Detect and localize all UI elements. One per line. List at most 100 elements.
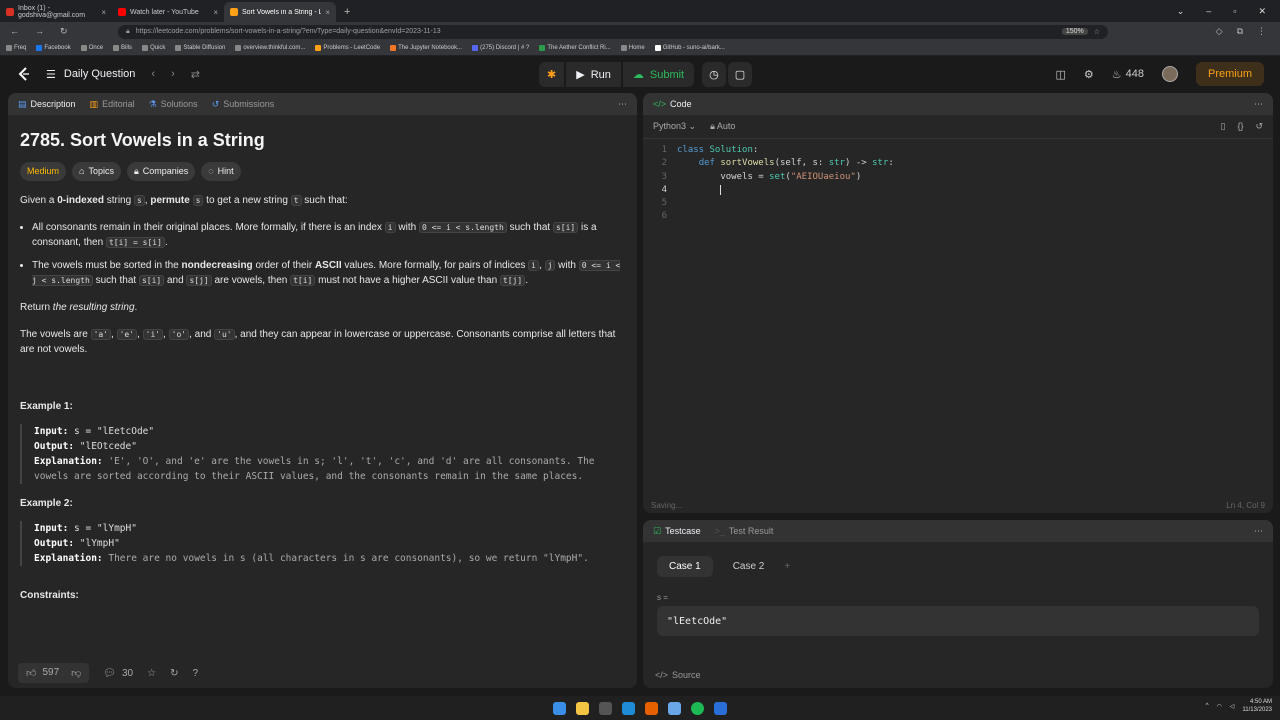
- url-input[interactable]: 🔒︎ https://leetcode.com/problems/sort-vo…: [118, 24, 1108, 39]
- language-select[interactable]: Python3 ⌄: [653, 121, 696, 132]
- minimize-icon[interactable]: –: [1206, 6, 1211, 16]
- tab-editorial[interactable]: ▥ Editorial: [90, 99, 135, 110]
- wifi-icon[interactable]: ◠: [1217, 703, 1222, 710]
- close-window-icon[interactable]: ✕: [1258, 6, 1266, 17]
- submit-button[interactable]: ☁ Submit: [622, 62, 695, 87]
- star-icon[interactable]: ☆: [1094, 28, 1100, 36]
- run-button[interactable]: ▶ Run: [566, 62, 621, 87]
- more-icon[interactable]: ⋯: [618, 99, 627, 110]
- testcase-input[interactable]: "lEetcOde": [657, 606, 1259, 636]
- reload-icon[interactable]: ↻: [60, 26, 68, 37]
- extensions-icon[interactable]: ⧉: [1237, 26, 1243, 37]
- timer-button[interactable]: ◷: [702, 62, 726, 87]
- spotify-icon[interactable]: [691, 701, 704, 715]
- new-tab-button[interactable]: +: [336, 2, 358, 22]
- bookmark-item[interactable]: overview.thinkful.com...: [235, 45, 305, 51]
- topics-button[interactable]: ⌂ Topics: [72, 162, 121, 181]
- clock[interactable]: 4:50 AM 11/13/2023: [1242, 698, 1272, 714]
- layout-icon[interactable]: ◫: [1055, 68, 1065, 81]
- next-problem-icon[interactable]: ›: [171, 68, 175, 80]
- code-editor[interactable]: 1 class Solution: 2 def sortVowels(self, …: [643, 139, 1273, 224]
- tab-test-result[interactable]: >_ Test Result: [715, 526, 774, 536]
- comments-button[interactable]: 💬︎ 30: [103, 668, 133, 679]
- app-icon[interactable]: [714, 701, 727, 715]
- bookmark-item[interactable]: Bills: [113, 45, 132, 51]
- settings-icon[interactable]: ⚙: [1084, 68, 1094, 81]
- bookmark-item[interactable]: The Jupyter Notebook...: [390, 45, 462, 51]
- browser-tab-leetcode[interactable]: Sort Vowels in a String - LeetCode×: [224, 2, 336, 22]
- tab-search-icon[interactable]: ⌄: [1177, 6, 1185, 17]
- bookmark-item[interactable]: Once: [80, 45, 103, 51]
- lock-icon: 🔒︎: [126, 27, 130, 35]
- terminal-icon[interactable]: [599, 701, 612, 715]
- source-button[interactable]: </> Source: [655, 670, 701, 680]
- tab-code[interactable]: </> Code: [653, 99, 692, 109]
- windows-start-icon[interactable]: [553, 701, 566, 715]
- braces-icon[interactable]: {}: [1237, 121, 1243, 132]
- browser-tab-youtube[interactable]: Watch later - YouTube ×: [112, 2, 224, 22]
- editor-status: Saving... Ln 4, Col 9: [651, 500, 1265, 510]
- daily-question-nav[interactable]: ☰ Daily Question ‹ › ⇄: [46, 68, 200, 81]
- notes-button[interactable]: ▢: [727, 62, 753, 87]
- case-1-tab[interactable]: Case 1: [657, 556, 713, 577]
- bookmark-item[interactable]: (275) Discord | # ?: [472, 45, 529, 51]
- chevron-up-icon[interactable]: ^: [1206, 703, 1209, 709]
- tab-description[interactable]: ▤ Description: [18, 99, 76, 110]
- autocomplete-toggle[interactable]: 🔒︎ Auto: [710, 121, 735, 132]
- code-line: 3 vowels = set("AEIOUaeiou"): [661, 171, 862, 182]
- bookmark-item[interactable]: GitHub - suno-ai/bark...: [654, 45, 725, 51]
- bookmark-item[interactable]: Home: [620, 45, 645, 51]
- firefox-icon[interactable]: [645, 701, 658, 715]
- bookmark-item[interactable]: Quick: [142, 45, 165, 51]
- premium-button[interactable]: Premium: [1195, 62, 1264, 86]
- history-icon: ↺: [211, 98, 220, 109]
- bookmarks-bar: Freq Facebook Once Bills Quick Stable Di…: [0, 41, 1280, 56]
- avatar[interactable]: [1161, 66, 1178, 82]
- reset-icon[interactable]: ↺: [1255, 121, 1263, 132]
- case-2-tab[interactable]: Case 2: [721, 556, 777, 577]
- notepad-icon[interactable]: [668, 701, 681, 715]
- companies-button[interactable]: 🔒︎ Companies: [126, 162, 196, 181]
- browser-tab-gmail[interactable]: Inbox (1) - godshiva@gmail.com ×: [0, 2, 112, 22]
- close-icon[interactable]: ×: [325, 8, 330, 17]
- debug-button[interactable]: ✱: [539, 62, 565, 87]
- add-case-icon[interactable]: +: [784, 561, 790, 572]
- code-icon: </>: [655, 670, 669, 680]
- tab-solutions[interactable]: ⚗ Solutions: [149, 99, 198, 110]
- forward-icon[interactable]: →: [35, 26, 44, 37]
- share-icon[interactable]: ↻: [170, 668, 178, 679]
- file-explorer-icon[interactable]: [576, 701, 589, 715]
- tab-testcase[interactable]: ☑ Testcase: [653, 526, 701, 537]
- example-2: Input: s = "lYmpH" Output: "lYmpH" Expla…: [20, 521, 625, 566]
- pocket-icon[interactable]: ◇: [1216, 26, 1223, 37]
- close-icon[interactable]: ×: [101, 8, 106, 17]
- bookmark-item[interactable]: Problems - LeetCode: [315, 45, 380, 51]
- zoom-badge[interactable]: 150%: [1061, 28, 1088, 35]
- star-icon[interactable]: ☆: [147, 668, 156, 679]
- maximize-icon[interactable]: ▫: [1233, 6, 1236, 16]
- back-icon[interactable]: ←: [10, 26, 19, 37]
- prev-problem-icon[interactable]: ‹: [151, 68, 155, 80]
- volume-icon[interactable]: ◁: [1230, 703, 1235, 710]
- leetcode-logo-icon[interactable]: [16, 66, 32, 82]
- like-button[interactable]: 👍︎ 597 👎︎: [18, 663, 90, 683]
- thumbs-down-icon[interactable]: 👎︎: [71, 667, 81, 679]
- run-submit-group: ✱ ▶ Run ☁ Submit ◷ ▢: [539, 62, 753, 87]
- bookmark-item[interactable]: The Aether Conflict Ri...: [539, 45, 611, 51]
- code-panel: </> Code ⋯ Python3 ⌄ 🔒︎ Auto ▯ {} ↺ 1 clas…: [643, 93, 1273, 513]
- close-icon[interactable]: ×: [213, 8, 218, 17]
- bookmark-item[interactable]: Stable Diffusion: [175, 45, 225, 51]
- bookmark-item[interactable]: Facebook: [36, 45, 71, 51]
- help-icon[interactable]: ?: [192, 668, 198, 679]
- more-icon[interactable]: ⋯: [1254, 526, 1263, 537]
- code-line: 2 def sortVowels(self, s: str) -> str:: [661, 158, 894, 169]
- hint-button[interactable]: ◌ Hint: [201, 162, 241, 181]
- shuffle-icon[interactable]: ⇄: [191, 68, 200, 81]
- bookmark-item[interactable]: Freq: [6, 45, 26, 51]
- streak-counter[interactable]: ♨ 448: [1112, 68, 1144, 81]
- more-icon[interactable]: ⋯: [1254, 99, 1263, 110]
- edge-icon[interactable]: [622, 701, 635, 715]
- bookmark-icon[interactable]: ▯: [1220, 121, 1225, 132]
- tab-submissions[interactable]: ↺ Submissions: [212, 99, 275, 110]
- menu-icon[interactable]: ⋮: [1257, 26, 1266, 37]
